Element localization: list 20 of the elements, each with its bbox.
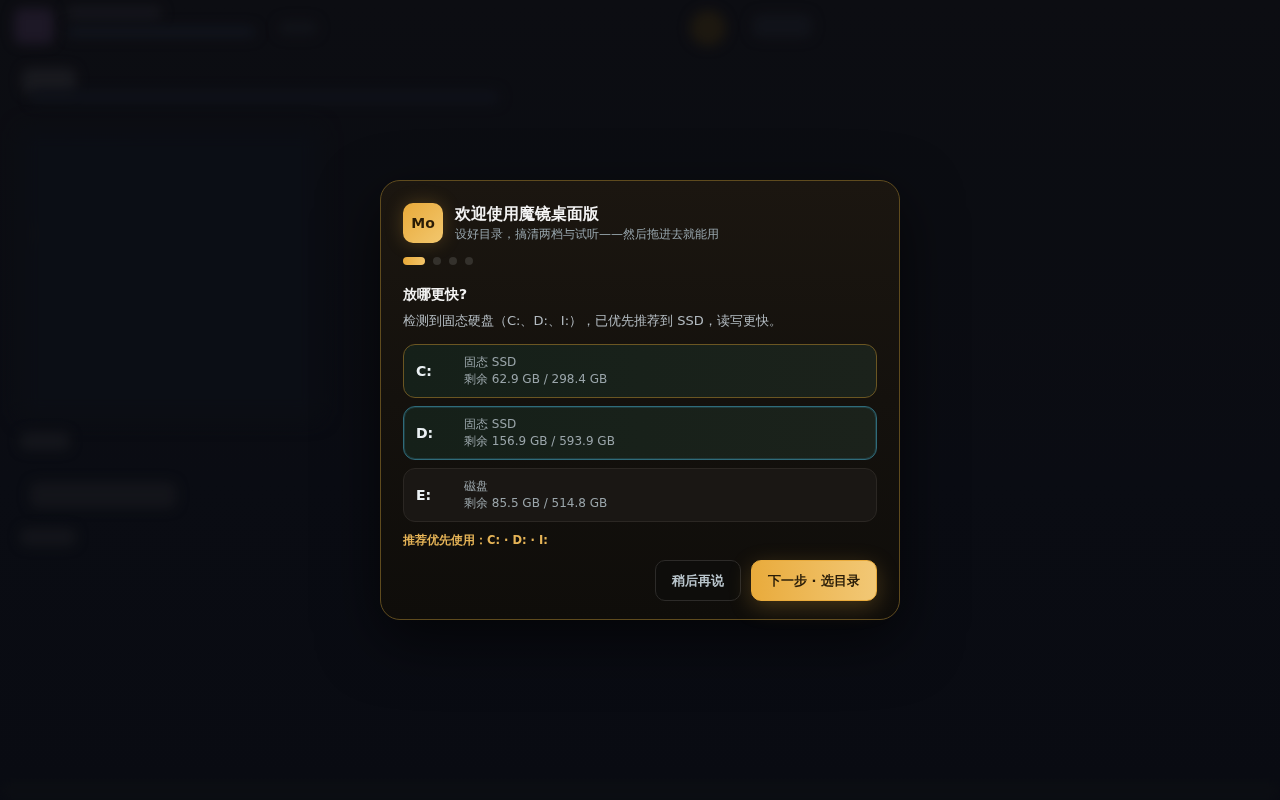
recommendation-text: 推荐优先使用：C: · D: · I:	[403, 533, 548, 548]
dialog-subtitle: 设好目录，搞清两档与试听——然后拖进去就能用	[455, 227, 719, 242]
drive-option[interactable]: E: 磁盘 剩余 85.5 GB / 514.8 GB	[403, 468, 877, 522]
drive-letter: D:	[416, 425, 435, 441]
app-logo: Mo	[403, 203, 443, 243]
drive-option[interactable]: D: 固态 SSD 剩余 156.9 GB / 593.9 GB	[403, 406, 877, 460]
drive-free-space: 剩余 85.5 GB / 514.8 GB	[464, 496, 608, 511]
drive-letter: E:	[416, 487, 433, 503]
drive-free-space: 剩余 62.9 GB / 298.4 GB	[464, 372, 608, 387]
section-description: 检测到固态硬盘（C:、D:、I:），已优先推荐到 SSD，读写更快。	[403, 312, 783, 329]
drive-free-space: 剩余 156.9 GB / 593.9 GB	[464, 434, 615, 449]
drive-type: 磁盘	[464, 479, 489, 494]
later-button[interactable]: 稍后再说	[655, 560, 741, 601]
dialog-title: 欢迎使用魔镜桌面版	[455, 204, 600, 224]
drive-type: 固态 SSD	[464, 417, 518, 432]
drive-option[interactable]: C: 固态 SSD 剩余 62.9 GB / 298.4 GB	[403, 344, 877, 398]
next-button[interactable]: 下一步 · 选目录	[751, 560, 877, 601]
drive-letter: C:	[416, 363, 433, 379]
section-heading: 放哪更快?	[403, 285, 469, 303]
drive-type: 固态 SSD	[464, 355, 518, 370]
